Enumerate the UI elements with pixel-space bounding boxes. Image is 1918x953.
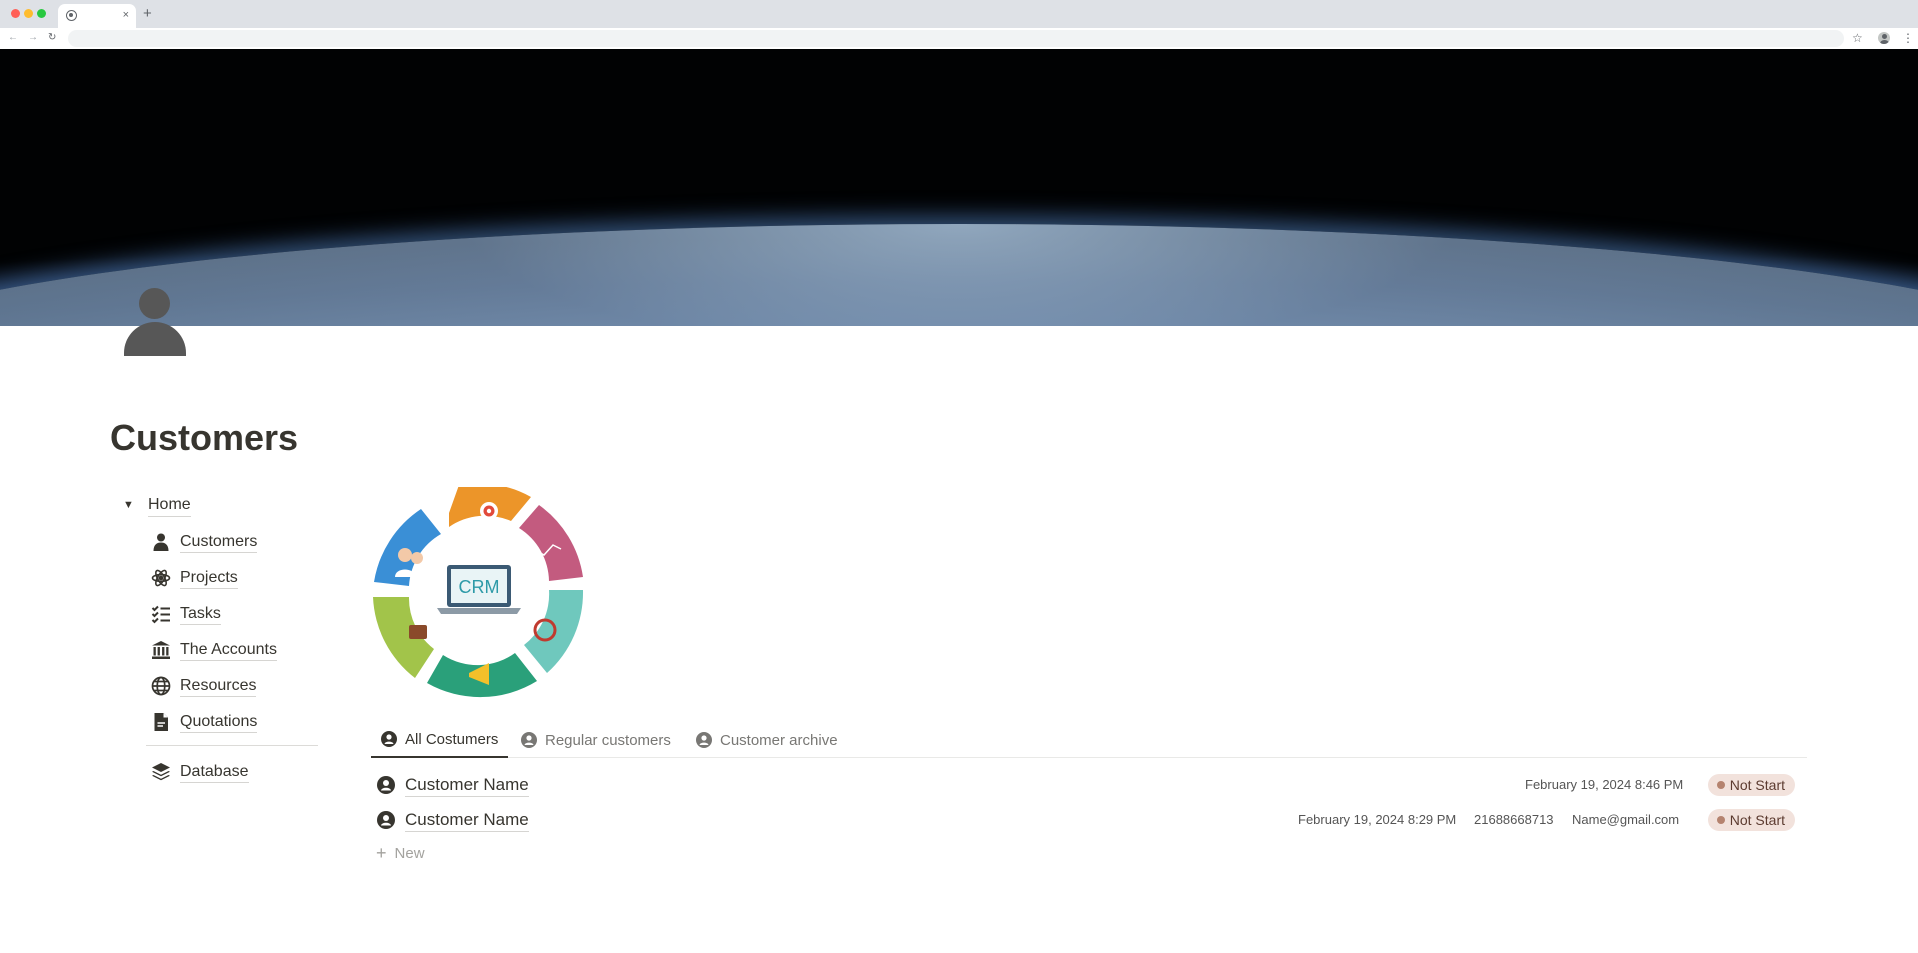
row-date: February 19, 2024 8:29 PM: [1298, 812, 1457, 827]
list-item[interactable]: Customer Name February 19, 2024 8:46 PM …: [371, 768, 1807, 802]
crm-center-label: CRM: [459, 577, 500, 597]
atom-icon: [150, 567, 172, 589]
window-maximize-button[interactable]: [37, 9, 46, 18]
person-circle-icon: [381, 731, 397, 747]
person-icon[interactable]: [124, 288, 186, 356]
tab-label: Customer archive: [720, 731, 838, 749]
person-icon-head: [139, 288, 170, 319]
nav-item-label: Projects: [180, 568, 238, 589]
nav-item-label: Database: [180, 762, 249, 783]
bank-icon: [150, 639, 172, 661]
row-phone: 21688668713: [1474, 812, 1554, 827]
list-item[interactable]: Customer Name February 19, 2024 8:29 PM …: [371, 803, 1807, 837]
bookmark-star-icon[interactable]: ☆: [1852, 30, 1863, 46]
database-view-tabs: All Costumers Regular customers Customer…: [371, 722, 1807, 758]
tab-all-costumers[interactable]: All Costumers: [371, 722, 509, 758]
tab-regular-customers[interactable]: Regular customers: [521, 722, 671, 758]
globe-icon: [150, 675, 172, 697]
new-tab-button[interactable]: +: [143, 6, 152, 21]
nav-database-block: Database: [150, 754, 330, 790]
status-badge[interactable]: Not Start: [1707, 809, 1795, 831]
browser-tab[interactable]: ×: [58, 4, 136, 28]
row-email: Name@gmail.com: [1572, 812, 1680, 827]
nav-item-label: The Accounts: [180, 640, 277, 661]
tab-close-icon[interactable]: ×: [123, 8, 129, 22]
customers-body-icon: [395, 569, 425, 577]
customers-avatar-2-icon: [411, 552, 423, 564]
layers-icon: [150, 761, 172, 783]
status-badge[interactable]: Not Start: [1707, 774, 1795, 796]
person-circle-icon: [521, 732, 537, 748]
forward-icon[interactable]: →: [28, 31, 38, 45]
page-cover-image: [0, 49, 1918, 326]
tab-label: Regular customers: [545, 731, 671, 749]
toggle-triangle-icon[interactable]: ▼: [123, 498, 134, 512]
window-minimize-button[interactable]: [24, 9, 33, 18]
nav-item-tasks[interactable]: Tasks: [150, 596, 330, 632]
checklist-icon: [150, 603, 172, 625]
browser-chrome: × + ← → ↻ ☆ ⋮: [0, 0, 1918, 49]
back-icon[interactable]: ←: [8, 31, 18, 45]
nav-item-database[interactable]: Database: [150, 754, 330, 790]
new-row-button[interactable]: + New: [376, 844, 425, 862]
new-row-label: New: [394, 844, 425, 862]
nav-item-label: Quotations: [180, 712, 258, 733]
person-circle-icon: [377, 776, 395, 794]
favicon-icon: [66, 10, 77, 21]
document-icon: [150, 711, 172, 733]
nav-item-quotations[interactable]: Quotations: [150, 704, 330, 740]
customer-name-link[interactable]: Customer Name: [405, 809, 529, 832]
nav-item-label: Resources: [180, 676, 257, 697]
person-icon: [150, 531, 172, 553]
profile-avatar-icon[interactable]: [1878, 32, 1890, 44]
browser-toolbar: ← → ↻ ☆ ⋮: [0, 28, 1918, 49]
nav-item-the-accounts[interactable]: The Accounts: [150, 632, 330, 668]
window-close-button[interactable]: [11, 9, 20, 18]
person-circle-icon: [377, 811, 395, 829]
browser-menu-icon[interactable]: ⋮: [1902, 30, 1914, 46]
nav-item-label: Tasks: [180, 604, 221, 625]
browser-tab-bar: × +: [0, 0, 1918, 28]
address-bar[interactable]: [68, 30, 1844, 47]
nav-item-projects[interactable]: Projects: [150, 560, 330, 596]
plus-icon: +: [376, 843, 387, 863]
reload-icon[interactable]: ↻: [48, 31, 56, 45]
nav-item-customers[interactable]: Customers: [150, 524, 330, 560]
tab-label: All Costumers: [405, 730, 499, 748]
nav-item-label: Customers: [180, 532, 258, 553]
page-link-list: Customers Projects Tasks The Accounts Re…: [150, 524, 330, 740]
nav-item-resources[interactable]: Resources: [150, 668, 330, 704]
target-center-icon: [486, 508, 492, 514]
person-icon-body: [124, 322, 186, 356]
crm-wheel-illustration: CRM: [373, 487, 584, 698]
tab-customer-archive[interactable]: Customer archive: [696, 722, 838, 758]
page-title: Customers: [110, 417, 299, 458]
person-circle-icon: [696, 732, 712, 748]
row-date: February 19, 2024 8:46 PM: [1525, 777, 1684, 792]
laptop-base-icon: [437, 608, 521, 614]
customers-avatar-icon: [398, 548, 412, 562]
nav-divider: [146, 745, 318, 746]
home-link[interactable]: Home: [148, 494, 191, 517]
customer-name-link[interactable]: Customer Name: [405, 774, 529, 797]
wallet-icon: [409, 625, 427, 639]
